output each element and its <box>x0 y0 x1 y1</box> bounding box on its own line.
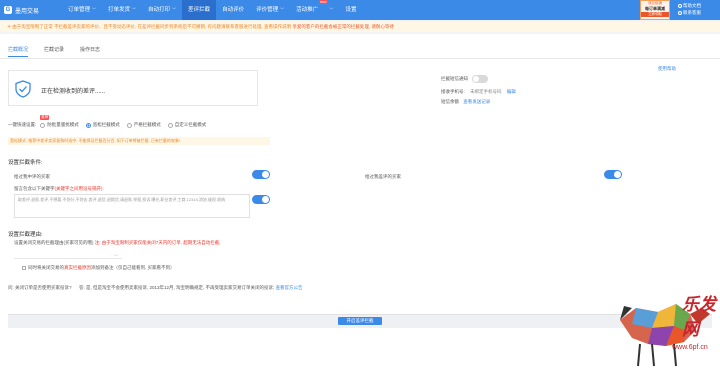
radio-icon[interactable] <box>126 122 132 128</box>
memo-row[interactable]: 同时将关闭交易的 真实拦截原因 添加到备注（仅自己能看到, 买家看不到） <box>22 265 175 271</box>
tab-divider <box>0 58 720 59</box>
radio-icon[interactable] <box>40 122 46 128</box>
rule-mid-review-toggle[interactable] <box>252 170 270 179</box>
rule-bad-review-label: 给过我差评的买家 <box>365 174 401 179</box>
reason-label: 设置关闭交易的拦截理由(买家可见的哦) 注: 由于淘宝限制买家仅能关闭7天内的订… <box>14 240 221 245</box>
sms-notify-label: 拦截短信通知 <box>441 76 468 81</box>
phone-value: 未绑定手机号码 <box>470 89 502 94</box>
contact-service-link[interactable]: 联系客服 <box>678 9 701 16</box>
tab-bar: 拦截概况 拦截记录 操作日志 <box>8 46 116 57</box>
radio-checked-icon[interactable] <box>85 122 91 128</box>
logo-icon: G <box>4 6 12 14</box>
status-card: 正在检测收到的差评...... <box>8 70 258 106</box>
keyword-rule-toggle[interactable] <box>252 195 270 204</box>
reason-select[interactable] <box>14 247 122 259</box>
mode-note: 宽松模式: 推荐中差评卖家复购时选中, 不能保证拦截百分百, 如下订单将被拦截,… <box>8 137 270 145</box>
mode-loose[interactable]: 宽松拦截模式 <box>85 122 120 128</box>
keyword-label: 留言包含以下关键字(关键字之间用逗号隔开): <box>14 186 104 191</box>
sms-balance-row: 短信余额 查看发送记录 <box>441 99 491 104</box>
faq-row: 问: 关闭订单是否使用买家投诉? 答: 是, 但是淘宝不会使用卖家投诉, 201… <box>8 285 303 291</box>
help-icon <box>678 3 682 8</box>
shield-icon <box>15 80 31 98</box>
recommend-badge: 推荐 <box>40 115 50 120</box>
keyword-textarea[interactable]: 取差评,退款,差评,不想要,不划分,不划去,差评,退货,退换货,请退款,举报,投… <box>14 194 250 218</box>
start-block-button[interactable]: 开启差评拦截 <box>338 317 382 325</box>
official-notice-link[interactable]: 查看官方公告 <box>276 285 303 290</box>
help-doc-link[interactable]: 帮助文档 <box>678 2 701 9</box>
watermark-url: www.6pf.cn <box>672 344 708 351</box>
sms-notify-row: 拦截短信通知 <box>441 75 488 83</box>
nav-review-manage[interactable]: 评价管理 ﹀ <box>250 0 290 20</box>
nav-promotion[interactable]: 活动推广new﹀ <box>290 0 339 20</box>
nav-bad-review-block[interactable]: 差评拦截 <box>182 0 217 20</box>
conditions-title: 设置拦截条件: <box>8 160 43 166</box>
reason-title: 设置拦截理由: <box>8 232 43 238</box>
radio-icon[interactable] <box>167 122 173 128</box>
chevron-down-icon: ﹀ <box>132 7 137 12</box>
app-name: 墨用交易 <box>15 8 40 15</box>
chevron-down-icon: ﹀ <box>92 7 97 12</box>
watermark-text: 乐发网 <box>682 295 716 340</box>
chevron-down-icon: ﹀ <box>172 7 177 12</box>
tab-records[interactable]: 拦截记录 <box>44 46 64 57</box>
mode-anti-spam[interactable]: 推荐 防批量骚扰模式 <box>40 115 79 128</box>
tab-logs[interactable]: 操作日志 <box>80 46 100 57</box>
faq-answer: 答: 是, 但是淘宝不会使用卖家投诉, 2013年12月, 淘宝明确规定, 不再… <box>79 285 275 290</box>
new-badge: new <box>319 0 328 4</box>
quick-mode-label: 一键快速设置: <box>8 122 37 127</box>
service-icon <box>678 10 682 15</box>
chevron-down-icon: ﹀ <box>329 7 334 12</box>
nav-settings[interactable]: 设置 <box>340 0 363 20</box>
rule-bad-review-toggle[interactable] <box>604 170 622 179</box>
nav-auto-review[interactable]: 自动评价 <box>216 0 250 20</box>
nav-print-ship[interactable]: 打单发货 ﹀ <box>102 0 142 20</box>
app-logo[interactable]: G 墨用交易 <box>4 6 62 15</box>
usage-help-link[interactable]: 使用帮助 <box>658 66 676 72</box>
tab-overview[interactable]: 拦截概况 <box>8 46 29 57</box>
user-links: 帮助文档 联系客服 <box>678 2 701 16</box>
rule-mid-review-label: 给过我中评的买家 <box>14 174 50 179</box>
notice-bar: ☀ 由于淘宝限制了正常 不拦截差评卖家的评价、且不受动态评价, 在差评拦截同步到… <box>0 22 720 32</box>
sms-notify-toggle[interactable] <box>472 75 488 83</box>
quick-mode-row: 一键快速设置: 推荐 防批量骚扰模式 宽松拦截模式 严格拦截模式 自定义拦截模式 <box>8 115 213 128</box>
sms-history-link[interactable]: 查看发送记录 <box>463 99 490 104</box>
mode-custom[interactable]: 自定义拦截模式 <box>167 122 206 128</box>
phone-row: 接收手机号: 未绑定手机号码 编辑 <box>441 89 516 94</box>
faq-question: 问: 关闭订单是否使用买家投诉? <box>8 285 72 290</box>
nav-orders[interactable]: 订单管理 ﹀ <box>62 0 102 20</box>
status-text: 正在检测收到的差评...... <box>41 89 106 95</box>
nav-auto-print[interactable]: 自动打印 ﹀ <box>142 0 182 20</box>
reason-warning: 注: 由于淘宝限制买家仅能关闭7天内的订单, 超期无法自动拦截, <box>94 240 221 245</box>
top-navbar: G 墨用交易 订单管理 ﹀ 打单发货 ﹀ 自动打印 ﹀ 差评拦截 自动评价 评价管理 ﹀… <box>0 0 720 20</box>
chevron-down-icon[interactable]: ﹀ <box>114 254 118 260</box>
promo-banner[interactable]: 双旦促销 每订单满减 立即领取 <box>640 0 670 20</box>
edit-phone-link[interactable]: 编辑 <box>507 89 516 94</box>
chevron-down-icon: ﹀ <box>280 7 285 12</box>
mode-strict[interactable]: 严格拦截模式 <box>126 122 161 128</box>
checkbox-icon[interactable] <box>22 266 26 270</box>
